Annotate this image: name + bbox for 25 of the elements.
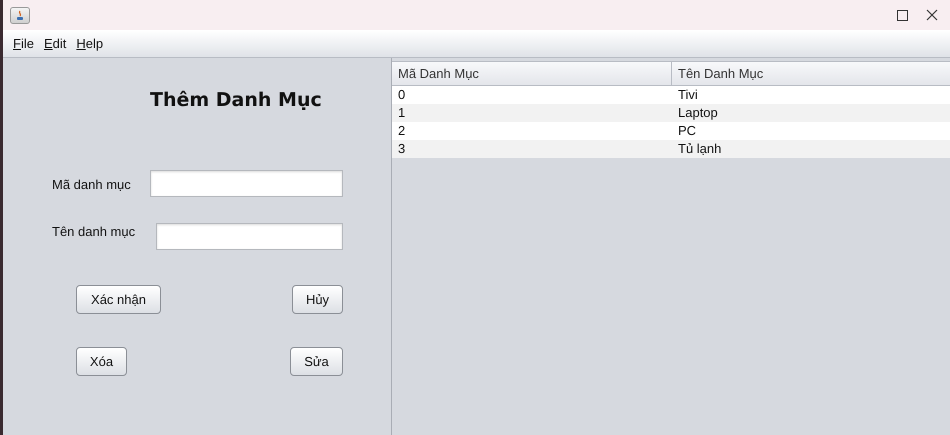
close-icon[interactable] xyxy=(926,9,938,21)
form-button[interactable]: Hủy xyxy=(292,285,343,314)
column-header[interactable]: Tên Danh Mục xyxy=(672,62,950,85)
field-label: Mã danh mục xyxy=(52,176,131,194)
column-header[interactable]: Mã Danh Mục xyxy=(392,62,672,85)
table-cell-text: Laptop xyxy=(677,104,719,122)
table-cell-text: 3 xyxy=(397,140,406,158)
menu-item[interactable]: Help xyxy=(76,34,104,54)
form-button[interactable]: Sửa xyxy=(290,347,343,376)
form-title: Thêm Danh Mục xyxy=(150,88,322,113)
table-cell-text: 1 xyxy=(397,104,406,122)
table-cell-text: Tivi xyxy=(677,86,699,104)
field-label: Tên danh mục xyxy=(52,223,136,241)
input-field[interactable] xyxy=(150,170,343,197)
table-cell-text: 0 xyxy=(397,86,406,104)
java-app-icon xyxy=(10,6,30,24)
menu-item[interactable]: File xyxy=(13,34,34,54)
form-button[interactable]: Xóa xyxy=(76,347,127,376)
table-cell-text: PC xyxy=(677,122,698,140)
table-cell-text: 2 xyxy=(397,122,406,140)
form-button[interactable]: Xác nhận xyxy=(76,285,161,314)
menu-item[interactable]: Edit xyxy=(44,34,66,54)
table-cell-text: Tủ lạnh xyxy=(677,140,722,158)
input-field[interactable] xyxy=(156,223,343,250)
maximize-icon[interactable] xyxy=(897,10,908,20)
